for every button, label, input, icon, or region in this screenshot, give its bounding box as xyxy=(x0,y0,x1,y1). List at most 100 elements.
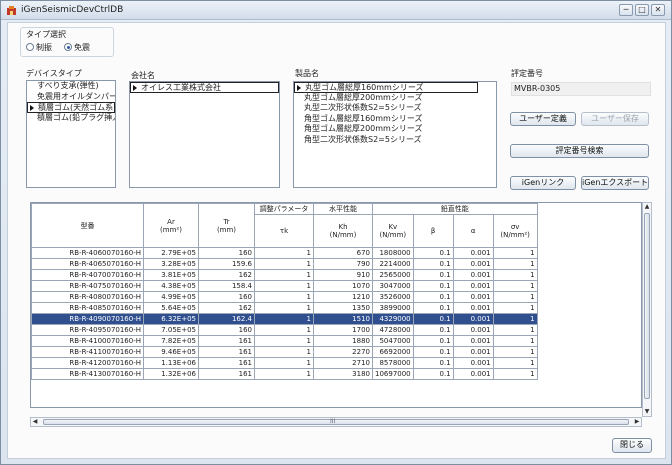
table-cell[interactable]: 0.001 xyxy=(452,335,494,347)
horizontal-scroll-thumb[interactable]: III xyxy=(43,418,629,425)
table-cell[interactable]: 4.38E+05 xyxy=(143,280,199,292)
table-cell[interactable]: RB-R-4110070160-H xyxy=(31,346,144,358)
col-header-tk[interactable]: τk xyxy=(254,214,314,248)
list-item[interactable]: 丸型ゴム層総厚200mmシリーズ xyxy=(294,93,496,104)
table-cell[interactable]: 2270 xyxy=(313,346,373,358)
product-list[interactable]: 丸型ゴム層総厚160mmシリーズ 丸型ゴム層総厚200mmシリーズ 丸型二次形状… xyxy=(293,81,497,188)
table-cell[interactable]: 1 xyxy=(254,247,314,259)
table-row[interactable]: RB-R-4065070160-H 3.28E+05 159.6 1 790 221400… xyxy=(31,258,538,270)
table-cell[interactable]: 1880 xyxy=(313,335,373,347)
table-cell[interactable]: RB-R-4070070160-H xyxy=(31,269,144,281)
table-cell[interactable]: 1.13E+06 xyxy=(143,357,199,369)
table-cell[interactable]: 6692000 xyxy=(372,346,414,358)
table-cell[interactable]: 1 xyxy=(492,357,538,369)
vertical-scroll-thumb[interactable] xyxy=(644,213,650,399)
table-cell[interactable]: RB-R-4095070160-H xyxy=(31,324,144,336)
horizontal-scrollbar[interactable]: ◀ III ▶ xyxy=(30,417,642,427)
table-cell[interactable]: 3.28E+05 xyxy=(143,258,199,270)
table-cell[interactable]: 0.001 xyxy=(452,346,494,358)
table-row[interactable]: RB-R-4120070160-H 1.13E+06 161 1 2710 8578000… xyxy=(31,357,538,369)
table-row[interactable]: RB-R-4060070160-H 2.79E+05 160 1 670 1808000 0… xyxy=(31,247,538,259)
table-cell[interactable]: 4728000 xyxy=(372,324,414,336)
table-cell[interactable]: RB-R-4065070160-H xyxy=(31,258,144,270)
table-cell[interactable]: 1 xyxy=(492,346,538,358)
table-cell[interactable]: 2.79E+05 xyxy=(143,247,199,259)
table-cell[interactable]: 1 xyxy=(254,258,314,270)
table-cell[interactable]: 4.99E+05 xyxy=(143,291,199,303)
table-cell[interactable]: 0.001 xyxy=(452,368,494,380)
table-cell[interactable]: 1700 xyxy=(313,324,373,336)
close-window-button[interactable]: ✕ xyxy=(651,4,665,16)
table-cell[interactable]: 1 xyxy=(492,313,538,325)
table-cell[interactable]: 1 xyxy=(254,324,314,336)
table-cell[interactable]: RB-R-4085070160-H xyxy=(31,302,144,314)
table-cell[interactable]: 0.1 xyxy=(412,291,454,303)
table-cell[interactable]: 1070 xyxy=(313,280,373,292)
table-cell[interactable]: 0.001 xyxy=(452,324,494,336)
table-cell[interactable]: 1350 xyxy=(313,302,373,314)
table-cell[interactable]: 162 xyxy=(198,269,255,281)
table-cell[interactable]: RB-R-4100070160-H xyxy=(31,335,144,347)
table-cell[interactable]: 0.1 xyxy=(412,335,454,347)
table-cell[interactable]: 1210 xyxy=(313,291,373,303)
table-cell[interactable]: 1 xyxy=(492,247,538,259)
table-cell[interactable]: 0.1 xyxy=(412,324,454,336)
table-cell[interactable]: 1 xyxy=(492,269,538,281)
table-cell[interactable]: 161 xyxy=(198,335,255,347)
table-cell[interactable]: 7.05E+05 xyxy=(143,324,199,336)
table-cell[interactable]: 3180 xyxy=(313,368,373,380)
table-cell[interactable]: 3047000 xyxy=(372,280,414,292)
table-cell[interactable]: 0.1 xyxy=(412,280,454,292)
list-item[interactable]: 角型二次形状係数S2=5シリーズ xyxy=(294,135,496,146)
table-cell[interactable]: 3.81E+05 xyxy=(143,269,199,281)
table-cell[interactable]: 0.001 xyxy=(452,313,494,325)
list-item[interactable]: 丸型二次形状係数S2=5シリーズ xyxy=(294,103,496,114)
table-cell[interactable]: 0.001 xyxy=(452,269,494,281)
table-cell[interactable]: RB-R-4090070160-H xyxy=(31,313,144,325)
table-cell[interactable]: RB-R-4075070160-H xyxy=(31,280,144,292)
igen-link-button[interactable]: iGenリンク xyxy=(510,176,576,190)
radio-menshin-circle[interactable] xyxy=(64,43,72,51)
col-header-tr[interactable]: Tr (mm) xyxy=(198,203,255,248)
col-header-kv[interactable]: Kv (N/mm) xyxy=(372,214,414,248)
table-cell[interactable]: 0.1 xyxy=(412,357,454,369)
table-cell[interactable]: 10697000 xyxy=(372,368,414,380)
table-cell[interactable]: 0.001 xyxy=(452,357,494,369)
table-cell[interactable]: 2710 xyxy=(313,357,373,369)
table-cell[interactable]: 1 xyxy=(254,291,314,303)
table-cell[interactable]: 910 xyxy=(313,269,373,281)
cert-search-button[interactable]: 評定番号検索 xyxy=(510,144,649,158)
list-item[interactable]: 免震用オイルダンパー xyxy=(27,92,115,103)
table-row[interactable]: RB-R-4100070160-H 7.82E+05 161 1 1880 5047000… xyxy=(31,335,538,347)
table-cell[interactable]: 160 xyxy=(198,324,255,336)
table-cell[interactable]: 162.4 xyxy=(198,313,255,325)
title-bar[interactable]: iGenSeismicDevCtrlDB ─ □ ✕ xyxy=(1,1,671,20)
table-cell[interactable]: 0.001 xyxy=(452,247,494,259)
table-cell[interactable]: 161 xyxy=(198,357,255,369)
table-cell[interactable]: 3526000 xyxy=(372,291,414,303)
table-cell[interactable]: 6.32E+05 xyxy=(143,313,199,325)
col-header-beta[interactable]: β xyxy=(412,214,454,248)
table-cell[interactable]: RB-R-4060070160-H xyxy=(31,247,144,259)
table-cell[interactable]: 0.1 xyxy=(412,258,454,270)
table-cell[interactable]: 8578000 xyxy=(372,357,414,369)
scroll-left-icon[interactable]: ◀ xyxy=(31,418,39,426)
list-item[interactable]: 角型ゴム層総厚160mmシリーズ xyxy=(294,114,496,125)
scroll-right-icon[interactable]: ▶ xyxy=(633,418,641,426)
table-cell[interactable]: 158.4 xyxy=(198,280,255,292)
table-cell[interactable]: 1 xyxy=(254,368,314,380)
table-cell[interactable]: 1 xyxy=(492,368,538,380)
table-cell[interactable]: 5.64E+05 xyxy=(143,302,199,314)
list-item[interactable]: すべり支承(弾性) xyxy=(27,81,115,92)
table-cell[interactable]: 1 xyxy=(254,335,314,347)
table-cell[interactable]: 1808000 xyxy=(372,247,414,259)
table-cell[interactable]: 1 xyxy=(254,357,314,369)
maximize-button[interactable]: □ xyxy=(635,4,649,16)
col-header-alpha[interactable]: α xyxy=(452,214,494,248)
table-cell[interactable]: 790 xyxy=(313,258,373,270)
table-cell[interactable]: 3899000 xyxy=(372,302,414,314)
table-cell[interactable]: 1 xyxy=(492,335,538,347)
list-item-selected[interactable]: 積層ゴム(天然ゴム系) xyxy=(27,102,115,113)
company-list[interactable]: オイレス工業株式会社 xyxy=(129,81,280,188)
table-cell[interactable]: 0.001 xyxy=(452,291,494,303)
